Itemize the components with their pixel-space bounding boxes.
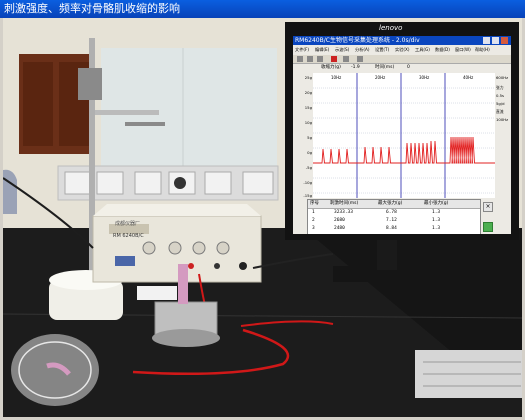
col-header: 最小张力(g) <box>424 201 449 206</box>
table-export-icon[interactable] <box>483 222 493 232</box>
record-icon[interactable] <box>331 56 337 62</box>
app-title: RM6240B/C生物信号采集处理系统 - 2.0s/div <box>295 37 420 44</box>
video-frame: lenovo 成都仪器厂 RM 6240B/C RM6240B/C生物信号采集处… <box>3 18 522 417</box>
tool-icon[interactable] <box>357 56 363 62</box>
close-button[interactable] <box>501 37 508 44</box>
table-cell: 8.84 <box>386 226 397 231</box>
menu-data[interactable]: 数据(D) <box>435 46 450 54</box>
table-cell: 1.3 <box>432 210 441 215</box>
monitor-screen: RM6240B/C生物信号采集处理系统 - 2.0s/div 文件(F) 编辑(… <box>293 36 511 234</box>
frog-muscle <box>178 264 188 304</box>
menu-window[interactable]: 窗口(W) <box>455 46 471 54</box>
menu-settings[interactable]: 设置(T) <box>375 46 389 54</box>
maximize-button[interactable] <box>492 37 499 44</box>
y-tick-label: 20g <box>304 90 312 95</box>
table-row[interactable]: 2 2680 7.12 1.3 <box>308 217 480 225</box>
table-row[interactable]: 3 2480 8.84 1.3 <box>308 225 480 233</box>
table-cell: 2 <box>312 218 315 223</box>
table-cell: 2480 <box>334 226 345 231</box>
info-bar: 收缩力(g) -1.9 时间(ms) 0 <box>293 64 511 72</box>
side-label[interactable]: 直流 <box>496 109 504 115</box>
menu-tools[interactable]: 工具(G) <box>415 46 430 54</box>
side-label[interactable]: 张力 <box>496 85 504 91</box>
table-cell: 3233.33 <box>334 210 353 215</box>
window-title: 刺激强度、频率对骨骼肌收缩的影响 <box>4 2 180 15</box>
side-panel: 600Hz 张力 0.5s 5g/d 直流 100Hz <box>496 73 511 143</box>
stop-icon[interactable] <box>343 56 349 62</box>
seg-label-20hz: 20Hz <box>375 75 386 80</box>
app-window: 刺激强度、频率对骨骼肌收缩的影响 lenovo 成都仪器厂 RM 6240B/C… <box>0 0 525 420</box>
print-icon[interactable] <box>317 56 323 62</box>
table-cell: 6.78 <box>386 210 397 215</box>
menu-experiment[interactable]: 实验(X) <box>395 46 410 54</box>
force-label: 收缩力(g) <box>321 65 341 70</box>
side-label: 600Hz <box>496 75 509 80</box>
table-cell: 3 <box>312 226 315 231</box>
menu-analysis[interactable]: 分析(A) <box>355 46 370 54</box>
y-tick-label: 0g <box>307 150 312 155</box>
time-value: 0 <box>407 65 410 70</box>
seg-label-30hz: 30Hz <box>419 75 430 80</box>
side-label[interactable]: 0.5s <box>496 93 504 98</box>
stimulator-model: RM 6240B/C <box>113 233 144 239</box>
seg-label-40hz: 40Hz <box>463 75 474 80</box>
result-table: 序号 刺激时间(ms) 最大张力(g) 最小张力(g) 1 3233.33 6.… <box>307 199 481 234</box>
segment-labels: 10Hz 20Hz 30Hz 40Hz <box>313 74 495 82</box>
signal-chart <box>313 73 495 198</box>
y-tick-label: 10g <box>304 120 312 125</box>
open-icon[interactable] <box>297 56 303 62</box>
app-toolbar <box>293 55 511 64</box>
app-title-bar: RM6240B/C生物信号采集处理系统 - 2.0s/div <box>293 36 511 45</box>
title-bar: 刺激强度、频率对骨骼肌收缩的影响 <box>0 0 525 18</box>
col-header: 最大张力(g) <box>378 201 403 206</box>
side-label[interactable]: 100Hz <box>496 117 508 122</box>
app-menu-bar: 文件(F) 编辑(E) 示波(S) 分析(A) 设置(T) 实验(X) 工具(G… <box>293 46 511 54</box>
table-close-button[interactable]: × <box>483 202 493 212</box>
side-label[interactable]: 5g/d <box>496 101 505 106</box>
menu-help[interactable]: 帮助(H) <box>475 46 490 54</box>
table-cell: 1.3 <box>432 218 441 223</box>
table-header: 序号 刺激时间(ms) 最大张力(g) 最小张力(g) <box>308 200 480 209</box>
stimulator-brand: 成都仪器厂 <box>115 221 141 227</box>
y-tick-label: -5g <box>305 165 312 170</box>
table-cell: 2680 <box>334 218 345 223</box>
table-cell: 1 <box>312 210 315 215</box>
force-value: -1.9 <box>351 65 360 70</box>
col-header: 刺激时间(ms) <box>330 201 359 206</box>
minimize-button[interactable] <box>483 37 490 44</box>
y-tick-label: 5g <box>307 135 312 140</box>
petri-dish <box>11 334 99 406</box>
y-tick-label: -15g <box>303 193 312 198</box>
table-row[interactable]: 1 3233.33 6.78 1.3 <box>308 209 480 217</box>
monitor-brand: lenovo <box>379 24 403 32</box>
y-tick-label: 25g <box>304 75 312 80</box>
seg-label-10hz: 10Hz <box>331 75 342 80</box>
y-tick-label: -10g <box>303 180 312 185</box>
menu-file[interactable]: 文件(F) <box>295 46 309 54</box>
menu-scope[interactable]: 示波(S) <box>335 46 349 54</box>
table-cell: 1.3 <box>432 226 441 231</box>
y-tick-label: 15g <box>304 105 312 110</box>
save-icon[interactable] <box>307 56 313 62</box>
y-axis: 25g 20g 15g 10g 5g 0g -5g -10g -15g <box>293 73 313 198</box>
col-header: 序号 <box>310 201 319 206</box>
table-cell: 7.12 <box>386 218 397 223</box>
menu-edit[interactable]: 编辑(E) <box>315 46 329 54</box>
time-label: 时间(ms) <box>375 65 395 70</box>
